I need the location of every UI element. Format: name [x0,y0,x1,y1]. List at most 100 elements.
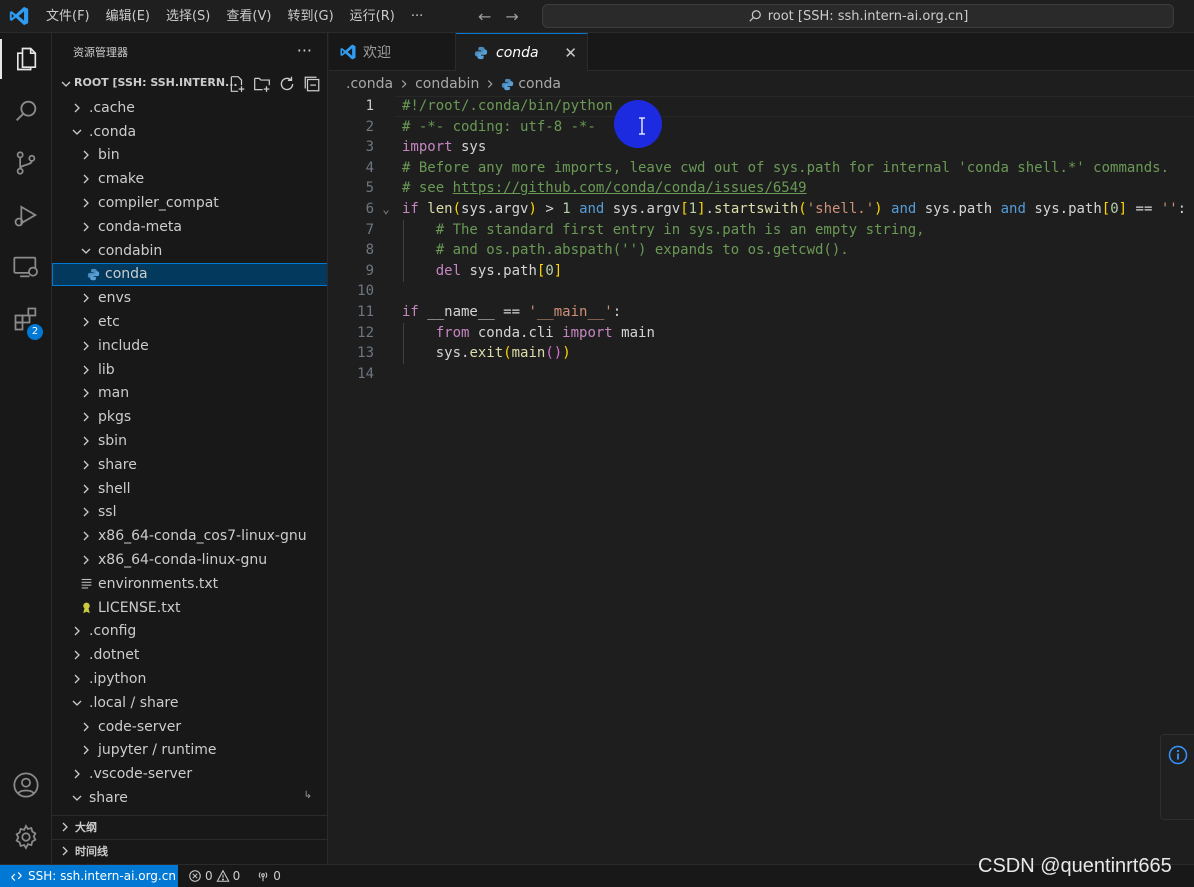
folder-tree-item[interactable]: ssl [52,501,327,525]
file-tree-item[interactable]: LICENSE.txt [52,596,327,620]
code-token: . [705,200,714,217]
tree-item-label: code-server [98,718,182,735]
vscode-logo-icon[interactable] [8,5,30,27]
line-number: 9 [365,262,374,279]
folder-tree-item[interactable]: compiler_compat [52,191,327,215]
folder-tree-item[interactable]: bin [52,144,327,168]
folder-tree-item[interactable]: lib [52,358,327,382]
tab-conda[interactable]: conda ✕ [456,33,588,71]
code-token: and [891,200,917,217]
problems-indicator[interactable]: 0 0 [188,869,240,883]
breadcrumb-item[interactable]: .conda [346,76,393,92]
workspace-root[interactable]: ROOT [SSH: SSH.INTERN... [52,73,327,95]
notification-toast[interactable] [1160,734,1194,820]
folder-tree-item[interactable]: cmake [52,167,327,191]
new-folder-icon[interactable] [253,75,271,93]
file-tree-item[interactable]: conda [52,262,327,287]
code-token: ] [1118,200,1128,217]
code-token: ( [452,200,462,217]
folder-tree-item[interactable]: .local / share [52,691,327,715]
folder-tree-item[interactable]: include [52,334,327,358]
search-icon[interactable] [0,87,52,135]
folder-tree-item[interactable]: sbin [52,429,327,453]
line-number-gutter: 1 2 3 4 5 6 7 8 9 10 11 12 13 14 [329,96,374,384]
tree-item-label: bin [98,147,120,164]
editor-tabs: 欢迎 conda ✕ [329,33,1194,71]
code-editor[interactable]: 1 2 3 4 5 6 7 8 9 10 11 12 13 14 ⌄ #!/root/.conda/bin… [329,96,1194,864]
fold-chevron-icon[interactable]: ⌄ [379,199,393,220]
chevron-right-icon [83,412,89,422]
folder-tree-item[interactable]: .vscode-server [52,762,327,786]
folder-tree-item[interactable]: .cache [52,96,327,120]
folder-tree-item[interactable]: man [52,382,327,406]
refresh-icon[interactable] [278,75,296,93]
menu-item[interactable]: 选择(S) [158,0,218,33]
folder-tree-item[interactable]: share ↳ [52,786,327,810]
explorer-icon[interactable] [0,35,52,83]
settings-gear-icon[interactable] [0,813,52,861]
code-token: > [536,200,563,217]
folder-tree-item[interactable]: conda-meta [52,215,327,239]
menu-item[interactable]: ··· [403,0,431,33]
new-file-icon[interactable] [228,75,246,93]
back-arrow-icon[interactable]: ← [478,7,491,26]
file-tree: .cache .conda bin cmake compiler_compat conda… [52,96,327,810]
close-icon[interactable]: ✕ [564,44,577,62]
folder-tree-item[interactable]: x86_64-conda_cos7-linux-gnu [52,524,327,548]
code-token: : [1177,200,1187,217]
forward-arrow-icon[interactable]: → [505,7,518,26]
code-token: # and os.path.abspath('') expands to os.… [402,242,849,259]
extensions-icon[interactable]: 2 [0,295,52,343]
menu-item[interactable]: 文件(F) [38,0,98,33]
outline-section[interactable]: 大纲 [52,815,327,837]
code-token: sys.path [461,262,537,279]
code-line: #!/root/.conda/bin/python [402,96,1192,117]
tree-item-label: condabin [98,242,163,259]
run-debug-icon[interactable] [0,191,52,239]
accounts-icon[interactable] [0,761,52,809]
folder-tree-item[interactable]: envs [52,286,327,310]
line-number: 10 [357,283,374,300]
source-control-icon[interactable] [0,139,52,187]
folder-tree-item[interactable]: condabin [52,239,327,263]
folder-tree-item[interactable]: pkgs [52,405,327,429]
folder-tree-item[interactable]: share [52,453,327,477]
folder-tree-item[interactable]: .dotnet [52,643,327,667]
folder-tree-item[interactable]: jupyter / runtime [52,739,327,763]
menu-item[interactable]: 运行(R) [342,0,403,33]
chevron-right-icon [83,293,89,303]
remote-explorer-icon[interactable] [0,243,52,291]
folder-tree-item[interactable]: shell [52,477,327,501]
collapse-all-icon[interactable] [303,75,321,93]
fold-slot [379,323,393,344]
code-token[interactable]: https://github.com/conda/conda/issues/65… [453,180,807,196]
file-tree-item[interactable]: environments.txt [52,572,327,596]
chevron-right-icon [83,460,89,470]
folder-tree-item[interactable]: x86_64-conda-linux-gnu [52,548,327,572]
breadcrumb-item[interactable]: conda [518,76,561,92]
timeline-section[interactable]: 时间线 [52,839,327,861]
chevron-right-icon [83,151,89,160]
menu-item[interactable]: 编辑(E) [98,0,158,33]
menu-item[interactable]: 转到(G) [279,0,341,33]
line-number: 7 [365,221,374,238]
command-center[interactable]: root [SSH: ssh.intern-ai.org.cn] [542,4,1174,28]
more-actions-icon[interactable]: ··· [297,41,312,60]
remote-indicator[interactable]: SSH: ssh.intern-ai.org.cn [0,865,178,887]
folder-tree-item[interactable]: .conda [52,120,327,144]
python-icon [502,78,514,90]
menu-item[interactable]: 查看(V) [218,0,279,33]
tree-item-label: environments.txt [98,575,219,592]
ports-indicator[interactable]: 0 [256,869,281,883]
folder-tree-item[interactable]: .config [52,620,327,644]
folder-tree-item[interactable]: etc [52,310,327,334]
tree-item-label: include [98,337,149,354]
tree-item-label: man [98,385,130,402]
tab-welcome[interactable]: 欢迎 [329,33,456,71]
folder-tree-item[interactable]: code-server [52,715,327,739]
folder-tree-item[interactable]: .ipython [52,667,327,691]
breadcrumb-item[interactable]: condabin [415,76,479,92]
watermark: CSDN @quentinrt665 [978,855,1172,877]
